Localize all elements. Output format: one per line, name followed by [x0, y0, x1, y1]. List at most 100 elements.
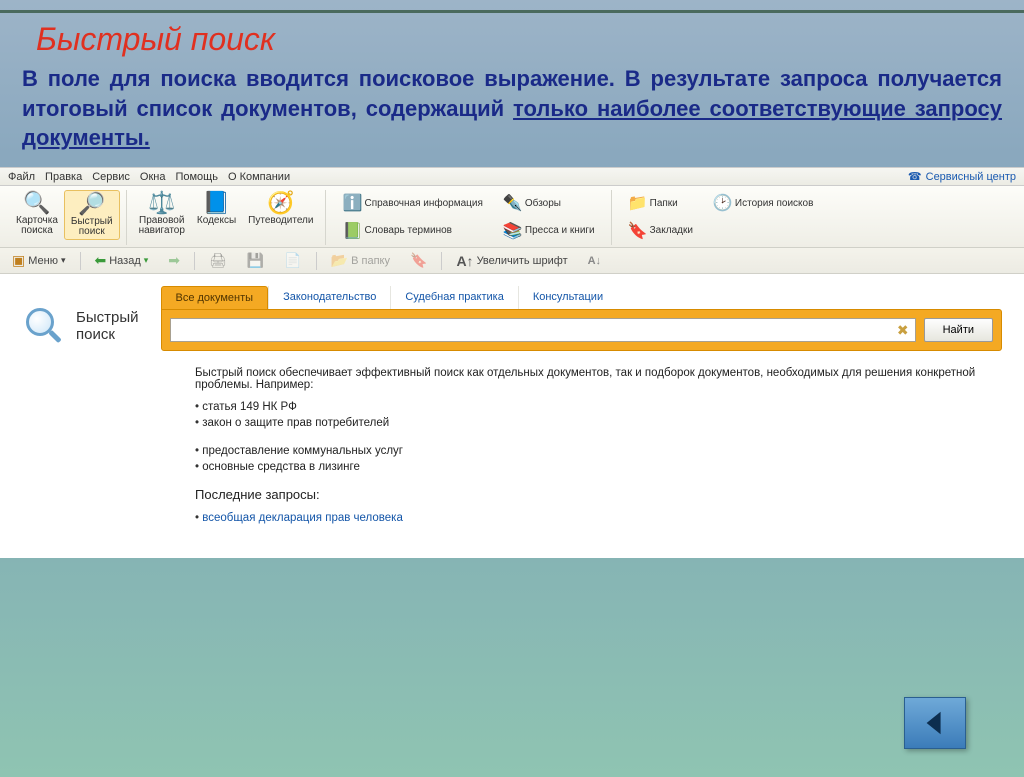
print-button: 🖨 [203, 251, 233, 270]
triangle-left-icon [921, 709, 949, 737]
tab-consultations[interactable]: Консультации [518, 286, 617, 309]
papki-label: Папки [650, 196, 678, 212]
kodeksy-button[interactable]: 📘 Кодексы [191, 190, 242, 228]
pravovoj-label: Правовой навигатор [139, 216, 185, 236]
list-item: основные средства в лизинге [195, 459, 1002, 475]
font-up-icon: А↑ [456, 253, 473, 269]
tab-legislation[interactable]: Законодательство [268, 286, 390, 309]
font-down-icon: А↓ [588, 255, 601, 267]
menu-help[interactable]: Помощь [175, 171, 218, 183]
menu-windows[interactable]: Окна [140, 171, 166, 183]
list-item: закон о защите прав потребителей [195, 415, 1002, 431]
logo-label-1: Быстрый [76, 309, 139, 326]
folder-add-icon: 📂 [331, 252, 348, 269]
main-toolbar: 🔍 Карточка поиска 🔎 Быстрый поиск ⚖️ Пра… [0, 186, 1024, 248]
save-button: 💾 [241, 251, 270, 270]
menubar: Файл Правка Сервис Окна Помощь О Компани… [0, 168, 1024, 186]
slide-description: В поле для поиска вводится поисковое выр… [0, 64, 1024, 167]
codes-icon: 📘 [203, 192, 230, 214]
menu-file[interactable]: Файл [8, 171, 35, 183]
recent-header: Последние запросы: [195, 487, 1002, 502]
app-window: Файл Правка Сервис Окна Помощь О Компани… [0, 167, 1024, 558]
menu-edit[interactable]: Правка [45, 171, 82, 183]
logo-label-2: поиск [76, 326, 139, 343]
separator [441, 252, 442, 270]
obzory-label: Обзоры [525, 196, 561, 212]
istoriya-button[interactable]: 🕑 История поисков [709, 190, 817, 218]
list-item: предоставление коммунальных услуг [195, 443, 1002, 459]
slovar-button[interactable]: 📗 Словарь терминов [338, 218, 486, 246]
bystryj-poisk-button[interactable]: 🔎 Быстрый поиск [64, 190, 120, 240]
putevoditeli-label: Путеводители [248, 216, 313, 226]
search-tabs: Все документы Законодательство Судебная … [161, 286, 1003, 309]
pravovoj-navigator-button[interactable]: ⚖️ Правовой навигатор [133, 190, 191, 238]
tab-all-documents[interactable]: Все документы [161, 286, 269, 309]
zakladki-label: Закладки [650, 223, 693, 239]
menubar-left: Файл Правка Сервис Окна Помощь О Компани… [8, 171, 290, 183]
slovar-label: Словарь терминов [364, 223, 452, 239]
vpapku-label: В папку [351, 255, 390, 267]
recent-list: всеобщая декларация прав человека [195, 510, 1002, 526]
separator [194, 252, 195, 270]
bookmark-button: 🔖 [404, 251, 433, 270]
istoriya-label: История поисков [735, 196, 813, 212]
pressa-label: Пресса и книги [525, 223, 595, 239]
search-input[interactable] [177, 323, 897, 337]
menu-service[interactable]: Сервис [92, 171, 130, 183]
menu-icon: ▣ [12, 252, 25, 269]
service-center-link[interactable]: ☎ Сервисный центр [908, 170, 1016, 183]
kodeksy-label: Кодексы [197, 216, 236, 226]
recent-link[interactable]: всеобщая декларация прав человека [202, 512, 403, 524]
list-item: всеобщая декларация прав человека [195, 510, 1002, 526]
slide-title: Быстрый поиск [0, 13, 1024, 64]
history-icon: 🕑 [713, 191, 731, 217]
bookmark-icon: 🔖 [410, 252, 427, 269]
word-button: 📄 [278, 251, 307, 270]
search-bar: ✖ Найти [161, 309, 1003, 351]
content-area: Быстрый поиск Все документы Законодатель… [0, 274, 1024, 558]
press-icon: 📚 [503, 219, 521, 245]
info-icon: ℹ️ [342, 191, 360, 217]
separator [316, 252, 317, 270]
word-icon: 📄 [284, 252, 301, 269]
dictionary-icon: 📗 [342, 219, 360, 245]
legal-navigator-icon: ⚖️ [148, 192, 175, 214]
papki-button[interactable]: 📁 Папки [624, 190, 697, 218]
putevoditeli-button[interactable]: 🧭 Путеводители [242, 190, 319, 228]
service-center-icon: ☎ [908, 170, 922, 183]
find-button[interactable]: Найти [924, 318, 993, 342]
save-icon: 💾 [247, 252, 264, 269]
service-center-label: Сервисный центр [926, 171, 1016, 183]
search-logo: Быстрый поиск [22, 286, 139, 348]
print-icon: 🖨 [209, 252, 227, 269]
chevron-down-icon: ▾ [61, 255, 66, 266]
folders-icon: 📁 [628, 191, 646, 217]
desc-intro: Быстрый поиск обеспечивает эффективный п… [195, 367, 1002, 391]
menu-button[interactable]: ▣ Меню ▾ [6, 251, 72, 270]
forward-button: ➡ [162, 251, 186, 270]
decrease-font-button[interactable]: А↓ [582, 254, 607, 268]
pressa-button[interactable]: 📚 Пресса и книги [499, 218, 599, 246]
menu-label: Меню [28, 255, 58, 267]
examples-list: статья 149 НК РФ закон о защите прав пот… [195, 399, 1002, 431]
search-input-wrap[interactable]: ✖ [170, 318, 916, 342]
separator [80, 252, 81, 270]
search-card-icon: 🔍 [23, 192, 50, 214]
increase-font-button[interactable]: А↑ Увеличить шрифт [450, 252, 573, 270]
clear-icon[interactable]: ✖ [897, 322, 909, 339]
back-label: Назад [109, 255, 141, 267]
arrow-left-icon: ⬅ [95, 252, 107, 269]
examples-list-2: предоставление коммунальных услуг основн… [195, 443, 1002, 475]
slide-back-button[interactable] [904, 697, 966, 749]
tab-court-practice[interactable]: Судебная практика [390, 286, 517, 309]
obzory-button[interactable]: ✒️ Обзоры [499, 190, 599, 218]
back-button[interactable]: ⬅ Назад ▾ [89, 251, 155, 270]
chevron-down-icon: ▾ [144, 255, 149, 266]
reviews-icon: ✒️ [503, 191, 521, 217]
zakladki-button[interactable]: 🔖 Закладки [624, 218, 697, 246]
font-label: Увеличить шрифт [477, 255, 568, 267]
menu-about[interactable]: О Компании [228, 171, 290, 183]
kartochka-label: Карточка поиска [16, 216, 58, 236]
sprav-info-button[interactable]: ℹ️ Справочная информация [338, 190, 486, 218]
kartochka-poiska-button[interactable]: 🔍 Карточка поиска [10, 190, 64, 238]
